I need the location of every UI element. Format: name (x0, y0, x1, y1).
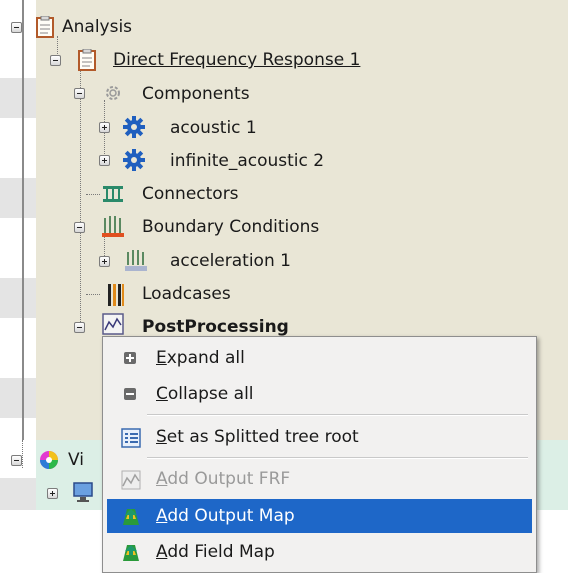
tree-item-analysis[interactable]: Analysis (62, 17, 132, 37)
menu-item-expand-all[interactable]: Expand all (107, 341, 532, 375)
components-collapse-toggle[interactable] (74, 88, 85, 99)
tree-item-connectors[interactable]: Connectors (142, 184, 239, 204)
color-wheel-icon (38, 449, 60, 471)
direct-frequency-collapse-toggle[interactable] (50, 55, 61, 66)
acoustic-expand-toggle[interactable] (99, 122, 110, 133)
acceleration-icon (124, 248, 148, 272)
left-gutter-strip (0, 278, 36, 318)
left-gutter-strip (0, 378, 36, 418)
tree-item-infinite-acoustic[interactable]: infinite_acoustic 2 (170, 151, 324, 171)
menu-item-set-splitted-tree-root[interactable]: Set as Splitted tree root (107, 420, 532, 454)
blue-gear-icon (123, 149, 145, 171)
menu-separator (147, 457, 528, 459)
tree-item-direct-frequency-response[interactable]: Direct Frequency Response 1 (113, 50, 360, 70)
menu-item-label: Collapse all (156, 384, 254, 404)
menu-item-collapse-all[interactable]: Collapse all (107, 377, 532, 411)
left-gutter-strip (0, 78, 36, 118)
field-map-icon (121, 543, 139, 561)
tree-item-visual[interactable]: Vi (68, 450, 84, 470)
menu-item-add-output-map[interactable]: Add Output Map (107, 499, 532, 533)
tree-item-components[interactable]: Components (142, 84, 250, 104)
visual-child-expand-toggle[interactable] (47, 488, 58, 499)
tree-item-loadcases[interactable]: Loadcases (142, 284, 231, 304)
menu-item-add-field-map[interactable]: Add Field Map (107, 535, 532, 569)
context-menu: Expand all Collapse all Set as Splitted … (102, 336, 537, 573)
menu-item-label: Add Output FRF (156, 469, 291, 489)
output-map-icon (121, 507, 139, 525)
visual-collapse-toggle[interactable] (11, 455, 22, 466)
tree-line (86, 194, 100, 195)
boundary-conditions-icon (101, 214, 125, 238)
clipboard-icon (36, 15, 54, 38)
loadcases-icon (107, 283, 125, 307)
tree-line (80, 68, 81, 328)
boundary-conditions-collapse-toggle[interactable] (74, 222, 85, 233)
postprocessing-chart-icon (102, 313, 124, 335)
menu-item-label: Add Output Map (156, 506, 295, 526)
left-gutter-strip (0, 478, 36, 510)
tree-line (22, 440, 23, 468)
expand-icon (121, 349, 139, 367)
tree-item-acoustic[interactable]: acoustic 1 (170, 118, 257, 138)
connectors-icon (102, 184, 124, 204)
tree-item-acceleration[interactable]: acceleration 1 (170, 251, 291, 271)
gear-outline-icon (103, 83, 123, 103)
tree-item-boundary-conditions[interactable]: Boundary Conditions (142, 217, 319, 237)
menu-item-label: Set as Splitted tree root (156, 427, 359, 447)
tree-root-line (22, 0, 24, 440)
acceleration-expand-toggle[interactable] (99, 256, 110, 267)
menu-item-add-output-frf[interactable]: Add Output FRF (107, 462, 532, 496)
menu-item-label: Add Field Map (156, 542, 275, 562)
tree-line (86, 294, 100, 295)
blue-gear-icon (123, 116, 145, 138)
monitor-icon (72, 481, 94, 503)
postprocessing-collapse-toggle[interactable] (74, 322, 85, 333)
tree-item-postprocessing[interactable]: PostProcessing (142, 317, 289, 337)
tree-list-icon (121, 428, 141, 448)
left-gutter-strip (0, 178, 36, 218)
analysis-collapse-toggle[interactable] (11, 22, 22, 33)
infinite-acoustic-expand-toggle[interactable] (99, 155, 110, 166)
menu-item-label: Expand all (156, 348, 245, 368)
collapse-icon (121, 385, 139, 403)
menu-separator (147, 414, 528, 416)
output-frf-icon (121, 470, 141, 490)
clipboard-icon (78, 48, 96, 71)
